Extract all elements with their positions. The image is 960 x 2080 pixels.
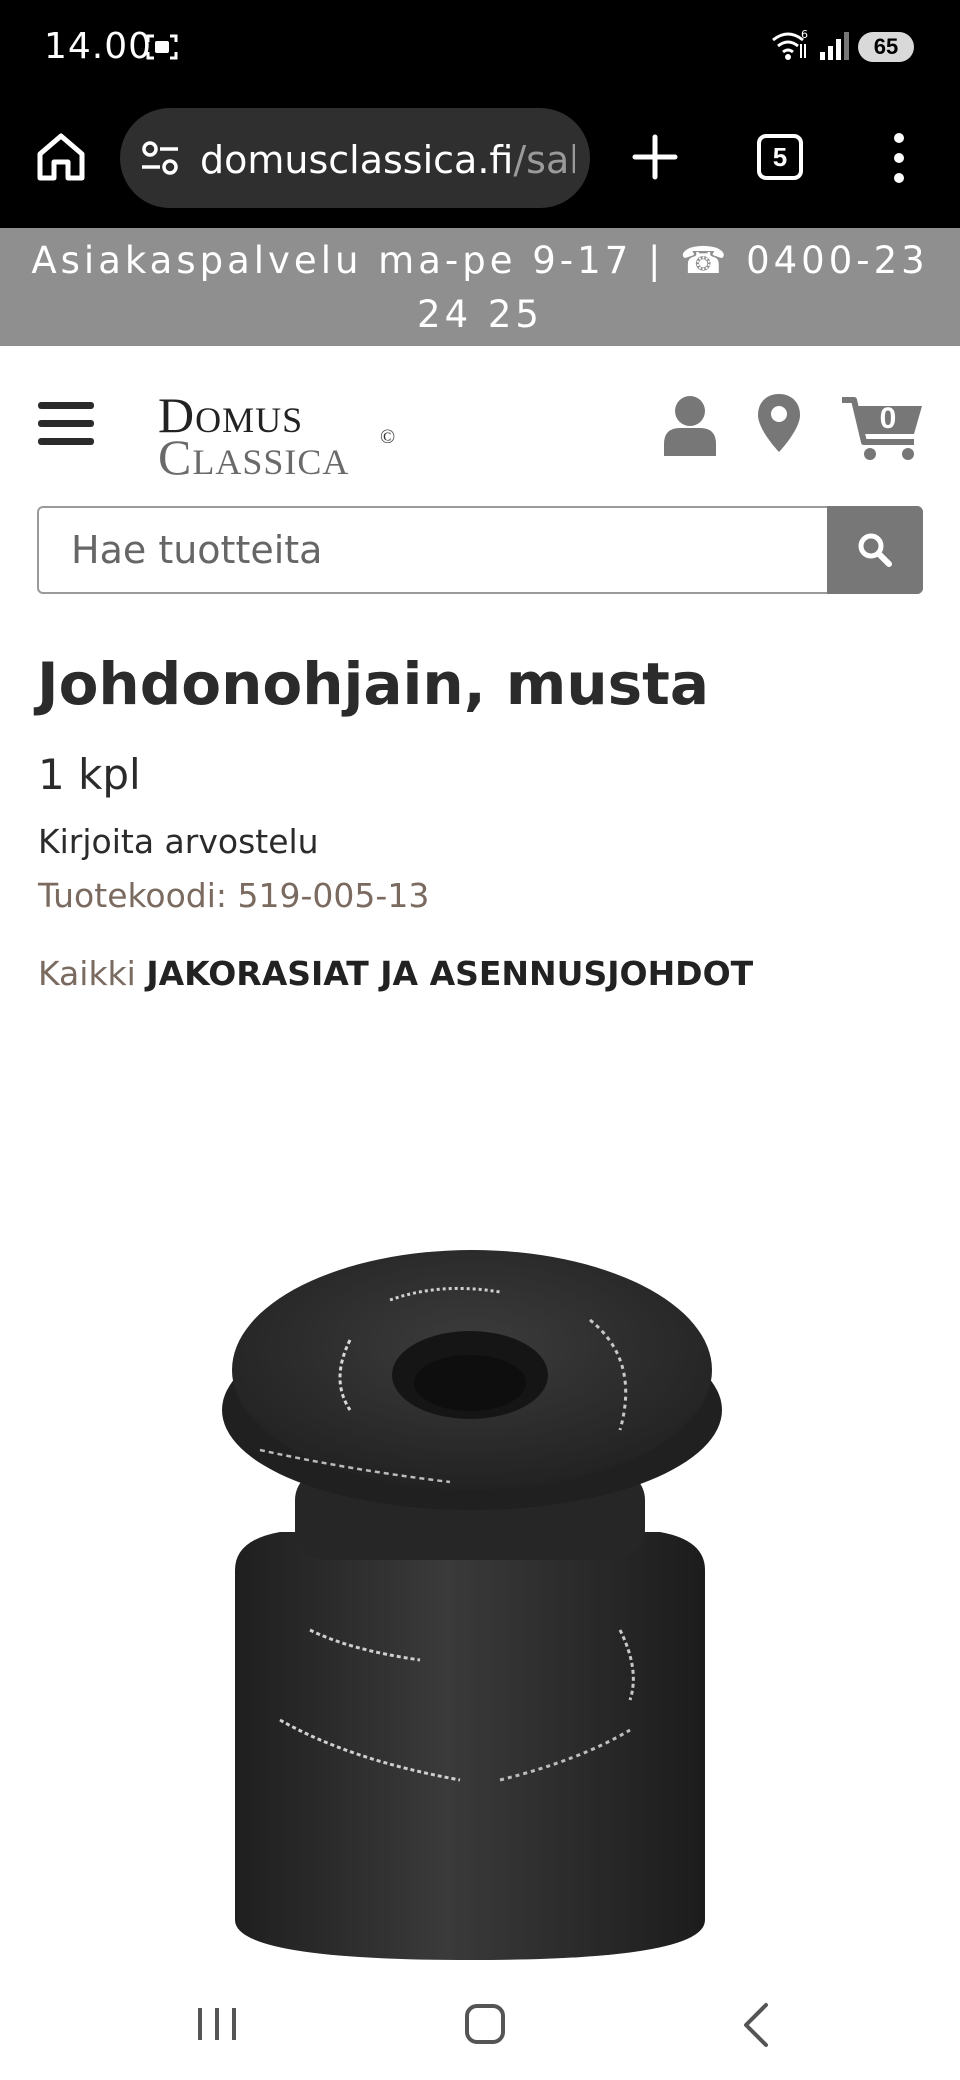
location-icon[interactable] (756, 392, 802, 454)
address-bar[interactable]: domusclassica.fi/sah (120, 108, 590, 208)
status-time: 14.00 (44, 26, 153, 67)
plus-icon[interactable] (630, 132, 680, 182)
svg-text:6: 6 (801, 28, 808, 41)
url-text[interactable]: domusclassica.fi/sah (200, 138, 575, 182)
search-box (37, 506, 923, 594)
battery-icon: 65 (858, 32, 914, 62)
product-code: Tuotekoodi: 519-005-13 (38, 876, 430, 915)
account-icon[interactable] (662, 394, 718, 456)
logo-copyright-mark: © (380, 426, 396, 448)
system-nav-bar (0, 1960, 960, 2080)
tab-switcher-button[interactable]: 5 (757, 134, 803, 180)
screenshot-icon (146, 34, 178, 60)
site-settings-icon[interactable] (140, 140, 180, 176)
home-nav-icon[interactable] (465, 2004, 505, 2044)
customer-service-banner: Asiakaspalvelu ma-pe 9-17 | ☎ 0400-23 24… (0, 228, 960, 346)
breadcrumb-prefix: Kaikki (38, 954, 136, 993)
logo-line-2: CLASSICA (158, 429, 350, 485)
breadcrumb-category-link[interactable]: JAKORASIAT JA ASENNUSJOHDOT (146, 954, 753, 993)
url-domain: domusclassica.fi (200, 138, 514, 182)
wifi-icon: 6 (772, 28, 808, 60)
home-icon[interactable] (34, 130, 88, 184)
url-path: /sah (513, 138, 575, 182)
status-bar: 14.00 6 65 (0, 0, 960, 96)
site-header: DOMUS CLASSICA © 0 (0, 346, 960, 506)
product-image[interactable] (200, 1220, 740, 1960)
write-review-link[interactable]: Kirjoita arvostelu (38, 822, 319, 861)
breadcrumb: Kaikki JAKORASIAT JA ASENNUSJOHDOT (38, 954, 753, 993)
search-button[interactable] (827, 506, 923, 594)
search-icon (858, 533, 892, 567)
site-logo[interactable]: DOMUS CLASSICA © (158, 386, 408, 485)
signal-icon (820, 32, 849, 60)
browser-toolbar: domusclassica.fi/sah 5 (0, 96, 960, 228)
search-input[interactable] (39, 508, 829, 592)
cart-count-badge: 0 (879, 402, 897, 435)
more-vert-icon[interactable] (886, 130, 912, 186)
menu-icon[interactable] (38, 402, 94, 448)
product-title: Johdonohjain, musta (37, 650, 710, 718)
back-icon[interactable] (740, 2002, 770, 2048)
recents-icon[interactable] (196, 2006, 238, 2042)
product-unit: 1 kpl (38, 750, 141, 799)
